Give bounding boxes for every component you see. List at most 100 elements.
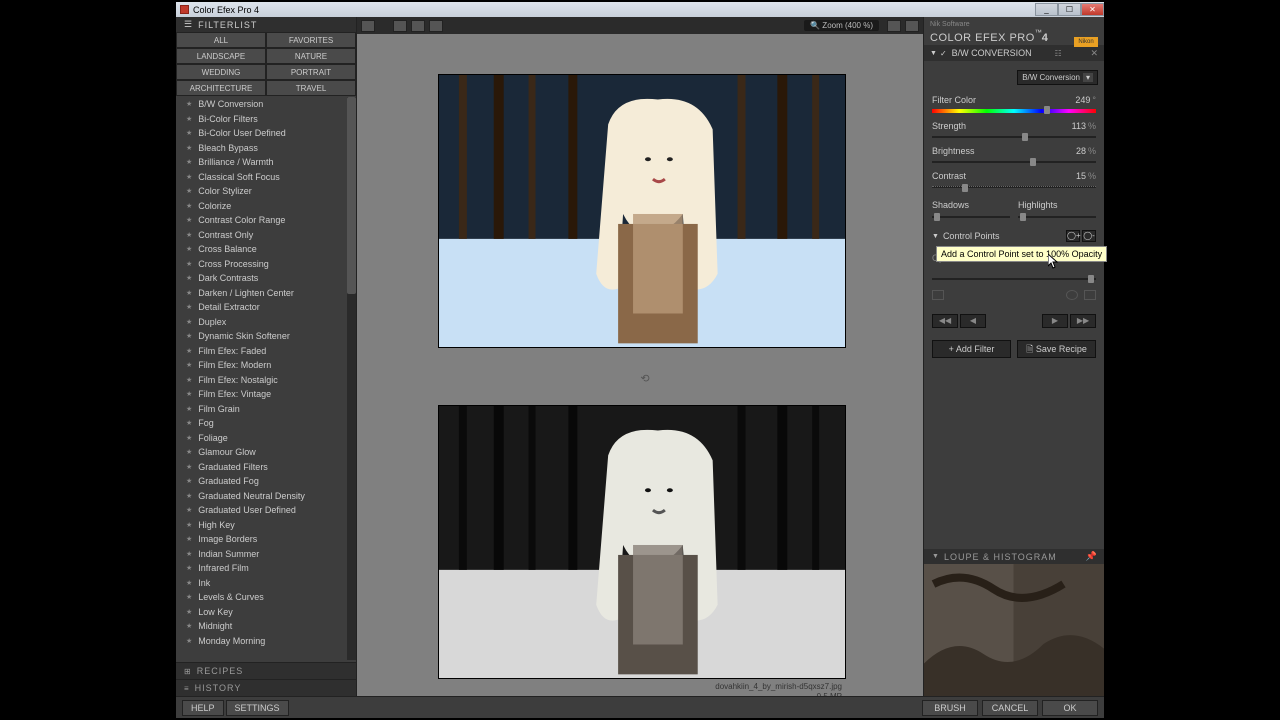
filter-item[interactable]: ★Colorize	[176, 199, 346, 214]
filter-item[interactable]: ★Bi-Color User Defined	[176, 126, 346, 141]
favorite-star-icon[interactable]: ★	[186, 506, 192, 514]
favorite-star-icon[interactable]: ★	[186, 434, 192, 442]
category-tab-all[interactable]: ALL	[176, 32, 266, 48]
favorite-star-icon[interactable]: ★	[186, 593, 192, 601]
opacity-slider[interactable]	[932, 278, 1096, 280]
filter-item[interactable]: ★Film Grain	[176, 402, 346, 417]
view-side-icon[interactable]	[411, 20, 425, 32]
collapse-icon[interactable]: ▼	[932, 553, 940, 560]
favorite-star-icon[interactable]: ★	[186, 303, 192, 311]
filter-item[interactable]: ★Fog	[176, 416, 346, 431]
highlights-slider[interactable]	[1018, 216, 1096, 218]
favorite-star-icon[interactable]: ★	[186, 100, 192, 108]
slider-thumb[interactable]	[934, 213, 940, 221]
filter-item[interactable]: ★Image Borders	[176, 532, 346, 547]
filter-item[interactable]: ★Color Stylizer	[176, 184, 346, 199]
favorite-star-icon[interactable]: ★	[186, 202, 192, 210]
redo-all-button[interactable]: ▶▶	[1070, 314, 1096, 328]
favorite-star-icon[interactable]: ★	[186, 419, 192, 427]
help-button[interactable]: HELP	[182, 700, 224, 716]
filter-item[interactable]: ★Graduated Filters	[176, 460, 346, 475]
favorite-star-icon[interactable]: ★	[186, 361, 192, 369]
filter-item[interactable]: ★Darken / Lighten Center	[176, 286, 346, 301]
maximize-button[interactable]: ☐	[1058, 3, 1081, 16]
preview-filtered[interactable]	[438, 405, 846, 679]
filter-color-track[interactable]	[932, 109, 1096, 113]
collapse-icon[interactable]: ▼	[930, 50, 937, 57]
favorite-star-icon[interactable]: ★	[186, 550, 192, 558]
favorite-star-icon[interactable]: ★	[186, 187, 192, 195]
favorite-star-icon[interactable]: ★	[186, 332, 192, 340]
ok-button[interactable]: OK	[1042, 700, 1098, 716]
filter-item[interactable]: ★Glamour Glow	[176, 445, 346, 460]
brush-button[interactable]: BRUSH	[922, 700, 978, 716]
favorite-star-icon[interactable]: ★	[186, 608, 192, 616]
save-recipe-button[interactable]: 🗎 Save Recipe	[1017, 340, 1096, 358]
filter-item[interactable]: ★Graduated User Defined	[176, 503, 346, 518]
filter-item[interactable]: ★Contrast Color Range	[176, 213, 346, 228]
favorite-star-icon[interactable]: ★	[186, 318, 192, 326]
filter-item[interactable]: ★High Key	[176, 518, 346, 533]
compare-icon[interactable]	[905, 20, 919, 32]
favorite-star-icon[interactable]: ★	[186, 376, 192, 384]
filter-item[interactable]: ★Midnight	[176, 619, 346, 634]
slider-thumb[interactable]	[1020, 213, 1026, 221]
favorite-star-icon[interactable]: ★	[186, 144, 192, 152]
filter-item[interactable]: ★Foliage	[176, 431, 346, 446]
recipes-section[interactable]: ⊞RECIPES	[176, 662, 356, 679]
cp-tool-3[interactable]	[1084, 290, 1096, 300]
view-stacked-icon[interactable]	[429, 20, 443, 32]
favorite-star-icon[interactable]: ★	[186, 216, 192, 224]
filter-item[interactable]: ★Monday Morning	[176, 634, 346, 649]
slider-thumb[interactable]	[1022, 133, 1028, 141]
collapse-icon[interactable]: ▼	[932, 233, 939, 240]
filter-item[interactable]: ★Low Key	[176, 605, 346, 620]
slider-thumb[interactable]	[962, 184, 968, 192]
filter-item[interactable]: ★Bi-Color Filters	[176, 112, 346, 127]
minimize-button[interactable]: _	[1035, 3, 1058, 16]
preview-original[interactable]	[438, 74, 846, 348]
filter-item[interactable]: ★Dynamic Skin Softener	[176, 329, 346, 344]
brightness-track[interactable]	[932, 161, 1096, 163]
category-tab-landscape[interactable]: LANDSCAPE	[176, 48, 266, 64]
preset-dropdown[interactable]: B/W Conversion▾	[1017, 70, 1098, 85]
pin-icon[interactable]: 📌	[1086, 551, 1098, 562]
filter-item[interactable]: ★Film Efex: Nostalgic	[176, 373, 346, 388]
filter-item[interactable]: ★Dark Contrasts	[176, 271, 346, 286]
favorite-star-icon[interactable]: ★	[186, 347, 192, 355]
filter-scrollbar[interactable]	[347, 97, 356, 660]
filter-item[interactable]: ★B/W Conversion	[176, 97, 346, 112]
filter-item[interactable]: ★Infrared Film	[176, 561, 346, 576]
filter-item[interactable]: ★Detail Extractor	[176, 300, 346, 315]
category-tab-architecture[interactable]: ARCHITECTURE	[176, 80, 266, 96]
sync-icon[interactable]: ⟲	[637, 372, 653, 388]
filter-item[interactable]: ★Brilliance / Warmth	[176, 155, 346, 170]
favorite-star-icon[interactable]: ★	[186, 448, 192, 456]
category-tab-wedding[interactable]: WEDDING	[176, 64, 266, 80]
filter-item[interactable]: ★Bleach Bypass	[176, 141, 346, 156]
filter-item[interactable]: ★Film Efex: Faded	[176, 344, 346, 359]
category-tab-nature[interactable]: NATURE	[266, 48, 356, 64]
undo-all-button[interactable]: ◀◀	[932, 314, 958, 328]
remove-filter-button[interactable]: ✕	[1090, 48, 1098, 59]
favorite-star-icon[interactable]: ★	[186, 115, 192, 123]
filter-item[interactable]: ★Indian Summer	[176, 547, 346, 562]
undo-button[interactable]: ◀	[960, 314, 986, 328]
filter-item[interactable]: ★Film Efex: Modern	[176, 358, 346, 373]
filter-item[interactable]: ★Duplex	[176, 315, 346, 330]
view-split-icon[interactable]	[393, 20, 407, 32]
favorite-star-icon[interactable]: ★	[186, 535, 192, 543]
favorite-star-icon[interactable]: ★	[186, 637, 192, 645]
favorite-star-icon[interactable]: ★	[186, 622, 192, 630]
settings-icon[interactable]	[887, 20, 901, 32]
favorite-star-icon[interactable]: ★	[186, 390, 192, 398]
favorite-star-icon[interactable]: ★	[186, 173, 192, 181]
favorite-star-icon[interactable]: ★	[186, 158, 192, 166]
filter-enable-checkbox[interactable]: ✓	[940, 49, 947, 58]
favorite-star-icon[interactable]: ★	[186, 564, 192, 572]
cp-tool-2[interactable]	[1066, 290, 1078, 300]
favorite-star-icon[interactable]: ★	[186, 129, 192, 137]
active-filter-header[interactable]: ▼ ✓ B/W CONVERSION ☷ ✕	[924, 45, 1104, 61]
category-tab-travel[interactable]: TRAVEL	[266, 80, 356, 96]
zoom-indicator[interactable]: 🔍 Zoom (400 %)	[804, 20, 879, 31]
